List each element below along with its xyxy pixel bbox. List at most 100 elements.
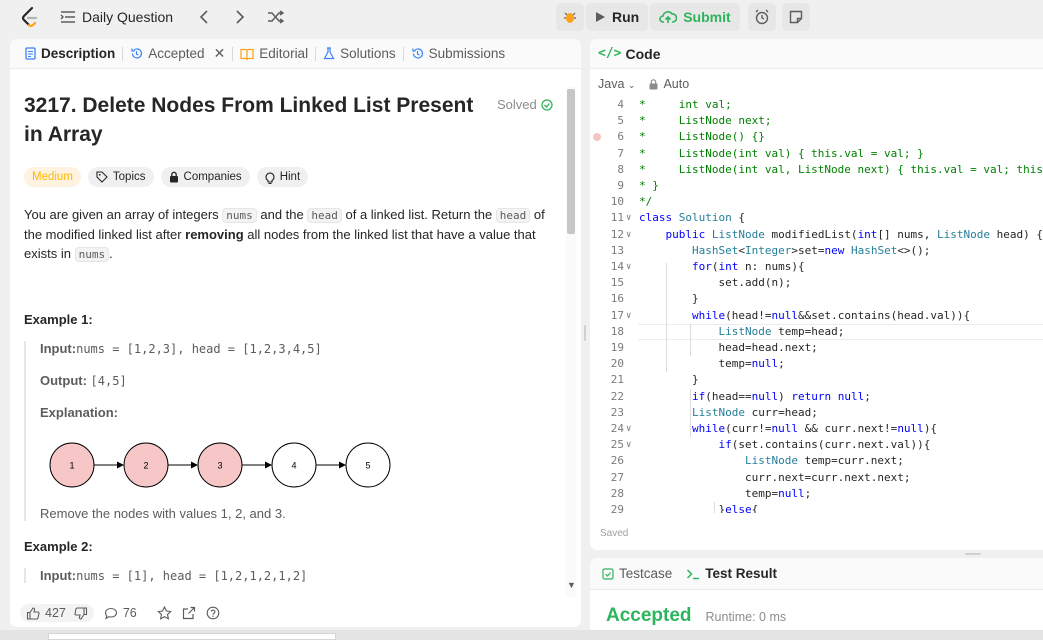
code-text: ListNode temp=head;	[639, 324, 844, 340]
tab-testcase[interactable]: Testcase	[602, 566, 672, 581]
leetcode-logo-icon[interactable]	[20, 6, 40, 28]
tab-solutions[interactable]: Solutions	[316, 46, 403, 61]
vertical-resize-handle[interactable]	[584, 325, 586, 341]
dislike-button[interactable]	[74, 606, 88, 620]
code-line[interactable]: 9 * }	[590, 178, 1043, 194]
hint-chip[interactable]: Hint	[256, 167, 309, 187]
code-line[interactable]: 29 }else{	[590, 502, 1043, 513]
notes-button[interactable]	[782, 3, 810, 31]
code-line[interactable]: 14 ∨ for(int n: nums){	[590, 259, 1043, 275]
code-line[interactable]: 21 }	[590, 372, 1043, 388]
tab-test-result[interactable]: Test Result	[686, 566, 777, 581]
code-line[interactable]: 4 * int val;	[590, 97, 1043, 113]
shuffle-icon[interactable]	[265, 6, 287, 28]
code-line[interactable]: 19 head=head.next;	[590, 340, 1043, 356]
language-select[interactable]: Java ⌄	[598, 77, 635, 91]
input-label: Input:	[40, 341, 77, 356]
fold-chevron-icon[interactable]: ∨	[626, 437, 631, 453]
code-line[interactable]: 13 HashSet<Integer>set=new HashSet<>();	[590, 243, 1043, 259]
code-line[interactable]: 25 ∨ if(set.contains(curr.next.val)){	[590, 437, 1043, 453]
horizontal-resize-handle[interactable]	[965, 553, 981, 555]
fold-chevron-icon[interactable]: ∨	[626, 308, 631, 324]
code-line[interactable]: 5 * ListNode next;	[590, 113, 1043, 129]
result-status: Accepted	[606, 605, 692, 626]
code-line[interactable]: 20 temp=null;	[590, 356, 1043, 372]
example-2-input: Input:nums = [1], head = [1,2,1,2,1,2]	[40, 568, 554, 583]
book-icon	[240, 48, 254, 60]
code-line[interactable]: 11 ∨ class Solution {	[590, 210, 1043, 226]
companies-chip[interactable]: Companies	[160, 167, 250, 187]
submit-button[interactable]: Submit	[650, 3, 740, 31]
code-line[interactable]: 17 ∨ while(head!=null&&set.contains(head.…	[590, 308, 1043, 324]
code-text: }	[639, 291, 699, 307]
code-token: */	[639, 195, 653, 209]
code-line[interactable]: 7 * ListNode(int val) { this.val = val; }	[590, 146, 1043, 162]
code-line[interactable]: 12 ∨ public ListNode modifiedList(int[] n…	[590, 227, 1043, 243]
code-line[interactable]: 10 */	[590, 194, 1043, 210]
code-token: &&set.contains(head.val)){	[797, 308, 971, 322]
line-number: 11	[610, 211, 624, 225]
solved-status: Solved	[497, 97, 553, 112]
tab-editorial[interactable]: Editorial	[233, 46, 315, 61]
code-line[interactable]: 24 ∨ while(curr!=null && curr.next!=null)…	[590, 421, 1043, 437]
play-icon	[595, 11, 606, 23]
scrollbar-thumb[interactable]	[567, 89, 575, 234]
tab-code-label[interactable]: Code	[625, 46, 660, 62]
difficulty-badge: Medium	[24, 167, 81, 187]
favorite-button[interactable]	[156, 606, 172, 620]
code-line[interactable]: 16 }	[590, 291, 1043, 307]
code-line[interactable]: 6 * ListNode() {}	[590, 129, 1043, 145]
code-token: >set=	[791, 243, 825, 257]
problem-list-icon[interactable]	[60, 10, 76, 24]
code-token: public	[665, 227, 712, 241]
share-button[interactable]	[182, 606, 196, 620]
comment-icon	[104, 607, 118, 620]
code-line[interactable]: 23 ListNode curr=head;	[590, 405, 1043, 421]
code-editor[interactable]: 4 * int val; 5 * ListNode next; 6 * ListNode(…	[590, 97, 1043, 513]
code-line[interactable]: 28 temp=null;	[590, 486, 1043, 502]
chevron-left-icon[interactable]	[193, 6, 215, 28]
code-line[interactable]: 15 set.add(n);	[590, 275, 1043, 291]
close-tab-icon[interactable]: ✕	[214, 45, 226, 62]
code-token: }	[639, 373, 699, 387]
problem-list-title[interactable]: Daily Question	[82, 9, 173, 25]
line-number: 5	[617, 114, 624, 128]
terminal-icon	[686, 568, 700, 580]
tab-accepted[interactable]: Accepted ✕	[123, 45, 232, 62]
scroll-down-arrow-icon[interactable]: ▼	[567, 580, 576, 590]
indent-guide	[666, 263, 667, 373]
tab-submissions[interactable]: Submissions	[404, 46, 513, 61]
debug-button[interactable]	[556, 3, 584, 31]
topics-chip[interactable]: Topics	[87, 167, 154, 187]
run-button[interactable]: Run	[586, 3, 649, 31]
mode-label: Auto	[663, 77, 690, 91]
fold-chevron-icon[interactable]: ∨	[626, 259, 631, 275]
help-button[interactable]	[206, 606, 220, 620]
problem-title[interactable]: 3217. Delete Nodes From Linked List Pres…	[24, 91, 474, 149]
timer-button[interactable]	[748, 3, 776, 31]
fold-chevron-icon[interactable]: ∨	[626, 421, 631, 437]
comments-button[interactable]: 76	[104, 606, 137, 620]
chevron-right-icon[interactable]	[229, 6, 251, 28]
code-token: HashSet	[691, 243, 739, 257]
code-token: null	[897, 422, 924, 435]
list-node-value: 3	[217, 461, 222, 471]
code-line[interactable]: 18 ListNode temp=head;	[590, 323, 1043, 340]
line-number: 21	[610, 373, 624, 387]
code-token: {	[751, 503, 759, 513]
code-line[interactable]: 8 * ListNode(int val, ListNode next) { th…	[590, 162, 1043, 178]
code-line[interactable]: 22 if(head==null) return null;	[590, 389, 1043, 405]
taskbar-strip	[0, 630, 1043, 640]
code-token: ListNode	[691, 405, 745, 419]
code-token: return null	[791, 389, 865, 403]
like-button[interactable]: 427	[26, 606, 66, 620]
auto-mode[interactable]: Auto	[649, 77, 689, 91]
description-scrollbar[interactable]	[566, 87, 576, 597]
code-line[interactable]: 27 curr.next=curr.next.next;	[590, 470, 1043, 486]
fold-chevron-icon[interactable]: ∨	[626, 210, 631, 226]
tag-chips: Medium Topics Companies Hint	[24, 167, 554, 187]
tab-description[interactable]: Description	[18, 46, 122, 61]
statement-text: You are given an array of integers	[24, 207, 223, 222]
fold-chevron-icon[interactable]: ∨	[626, 227, 631, 243]
code-line[interactable]: 26 ListNode temp=curr.next;	[590, 453, 1043, 469]
